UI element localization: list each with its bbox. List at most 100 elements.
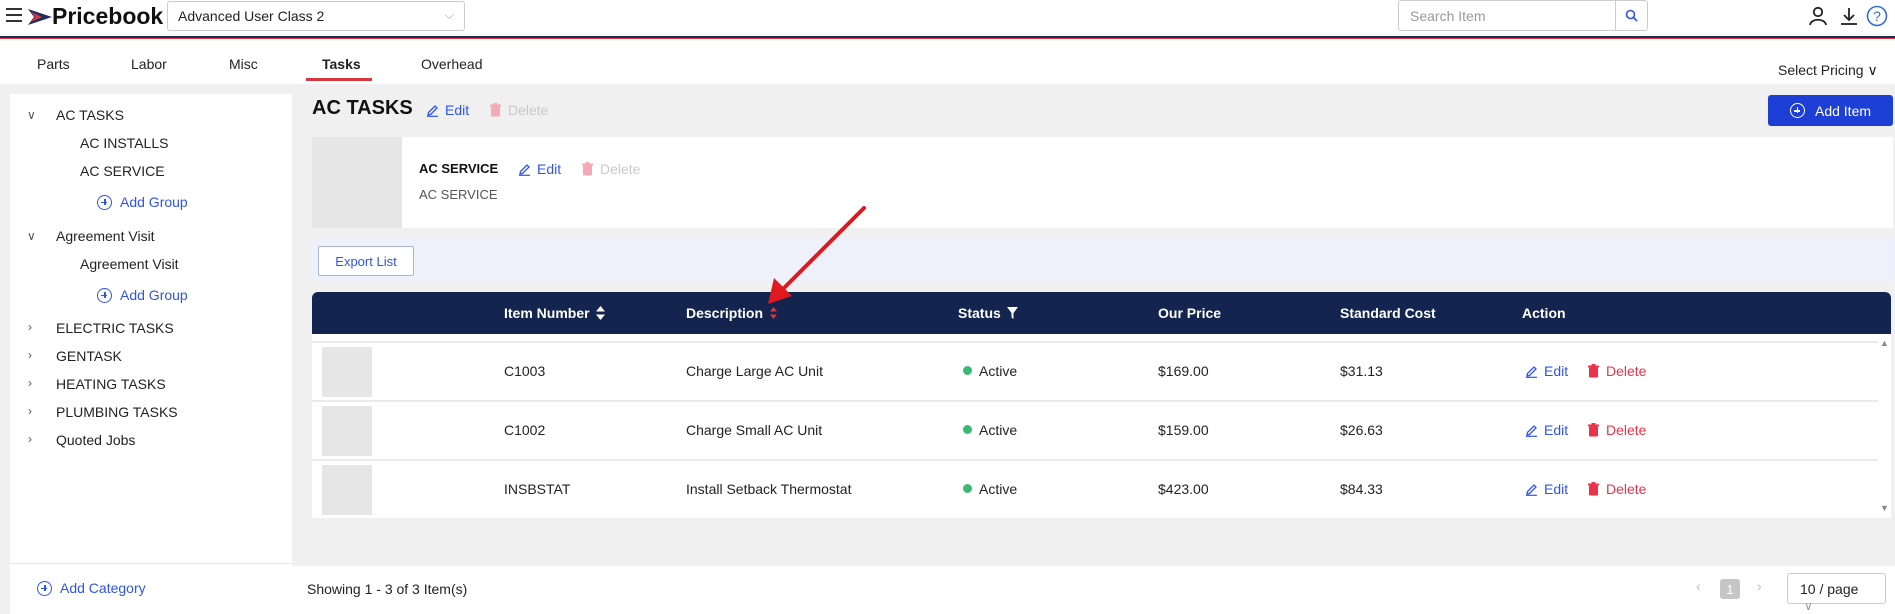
edit-label: Edit bbox=[1544, 363, 1569, 379]
tree-item-ac-service[interactable]: AC SERVICE bbox=[80, 163, 165, 179]
tree-item-agreement-visit[interactable]: Agreement Visit bbox=[56, 228, 155, 244]
current-page-button[interactable]: 1 bbox=[1720, 579, 1740, 599]
page-size-select[interactable]: 10 / page ∨ bbox=[1787, 573, 1886, 613]
select-pricing-dropdown[interactable]: Select Pricing ∨ bbox=[1778, 62, 1878, 79]
table-row[interactable]: C1002 Charge Small AC Unit Active $159.0… bbox=[312, 400, 1878, 457]
add-group-button[interactable]: Add Group bbox=[97, 287, 188, 303]
pagination-bar bbox=[292, 566, 1895, 614]
column-header-our-price: Our Price bbox=[1158, 305, 1221, 321]
status-cell: Active bbox=[963, 422, 1017, 438]
chevron-right-icon[interactable]: › bbox=[28, 348, 32, 362]
add-category-button[interactable]: Add Category bbox=[37, 580, 146, 596]
chevron-right-icon[interactable]: › bbox=[28, 320, 32, 334]
brand-logo-icon bbox=[28, 9, 52, 25]
description-cell: Install Setback Thermostat bbox=[686, 481, 852, 497]
export-list-button[interactable]: Export List bbox=[318, 246, 414, 276]
tree-item-ac-installs[interactable]: AC INSTALLS bbox=[80, 135, 168, 151]
search-input[interactable]: Search Item bbox=[1398, 0, 1616, 31]
trash-icon bbox=[1588, 482, 1599, 496]
tree-item-plumbing-tasks[interactable]: PLUMBING TASKS bbox=[56, 404, 178, 420]
edit-group-button[interactable]: Edit bbox=[518, 161, 561, 177]
tree-item-electric-tasks[interactable]: ELECTRIC TASKS bbox=[56, 320, 174, 336]
pencil-icon bbox=[1526, 483, 1537, 496]
delete-label: Delete bbox=[1606, 422, 1647, 438]
pagination-summary: Showing 1 - 3 of 3 Item(s) bbox=[307, 581, 468, 597]
top-bar: Pricebook Advanced User Class 2 ⌵ Search… bbox=[0, 0, 1895, 36]
description-cell: Charge Large AC Unit bbox=[686, 363, 823, 379]
group-image-placeholder bbox=[312, 137, 402, 228]
user-icon[interactable] bbox=[1807, 5, 1829, 27]
column-header-action: Action bbox=[1522, 305, 1566, 321]
add-group-button[interactable]: Add Group bbox=[97, 194, 188, 210]
table-row[interactable]: C1003 Charge Large AC Unit Active $169.0… bbox=[312, 341, 1878, 398]
chevron-right-icon[interactable]: › bbox=[28, 376, 32, 390]
download-icon[interactable] bbox=[1838, 5, 1860, 27]
help-icon[interactable]: ? bbox=[1866, 5, 1888, 27]
tree-item-heating-tasks[interactable]: HEATING TASKS bbox=[56, 376, 166, 392]
add-group-label: Add Group bbox=[120, 287, 188, 303]
trash-icon bbox=[1588, 423, 1599, 437]
status-text: Active bbox=[979, 363, 1018, 379]
menu-icon[interactable] bbox=[6, 8, 22, 22]
column-label: Our Price bbox=[1158, 305, 1222, 321]
tree-item-agreement-visit-child[interactable]: Agreement Visit bbox=[80, 256, 179, 272]
item-number-cell: C1002 bbox=[504, 422, 546, 438]
item-image-placeholder bbox=[322, 406, 372, 456]
brand-title: Pricebook bbox=[52, 3, 164, 29]
delete-item-button[interactable]: Delete bbox=[1587, 481, 1646, 497]
edit-category-button[interactable]: Edit bbox=[426, 102, 469, 118]
edit-item-button[interactable]: Edit bbox=[1525, 422, 1568, 438]
item-number-cell: C1003 bbox=[504, 363, 546, 379]
chevron-right-icon[interactable]: › bbox=[28, 432, 32, 446]
add-item-button[interactable]: Add Item bbox=[1768, 95, 1893, 126]
plus-circle-icon bbox=[97, 194, 112, 210]
table-row[interactable]: INSBSTAT Install Setback Thermostat Acti… bbox=[312, 459, 1878, 516]
chevron-down-icon[interactable]: ∨ bbox=[27, 229, 36, 243]
pencil-icon bbox=[519, 163, 530, 176]
tab-parts[interactable]: Parts bbox=[37, 56, 70, 72]
column-header-standard-cost: Standard Cost bbox=[1340, 305, 1436, 321]
our-price-cell: $423.00 bbox=[1158, 481, 1209, 497]
delete-label: Delete bbox=[600, 161, 641, 177]
table-scrollbar[interactable] bbox=[1878, 334, 1891, 518]
search-button[interactable] bbox=[1616, 0, 1648, 31]
status-dot-icon bbox=[963, 366, 972, 375]
status-text: Active bbox=[979, 481, 1018, 497]
tab-tasks[interactable]: Tasks bbox=[322, 56, 361, 72]
scroll-up-icon[interactable]: ▲ bbox=[1880, 338, 1889, 348]
chevron-right-icon[interactable]: › bbox=[28, 404, 32, 418]
delete-group-button[interactable]: Delete bbox=[581, 161, 640, 177]
edit-item-button[interactable]: Edit bbox=[1525, 363, 1568, 379]
delete-item-button[interactable]: Delete bbox=[1587, 363, 1646, 379]
tree-item-ac-tasks[interactable]: AC TASKS bbox=[56, 107, 124, 123]
group-description: AC SERVICE bbox=[419, 187, 498, 202]
tree-item-quoted-jobs[interactable]: Quoted Jobs bbox=[56, 432, 135, 448]
tab-overhead[interactable]: Overhead bbox=[421, 56, 482, 72]
tree-item-gentask[interactable]: GENTASK bbox=[56, 348, 122, 364]
group-card bbox=[312, 137, 1893, 228]
filter-icon[interactable] bbox=[1006, 307, 1018, 319]
prev-page-icon[interactable]: ‹ bbox=[1696, 578, 1701, 594]
edit-label: Edit bbox=[1544, 422, 1569, 438]
delete-item-button[interactable]: Delete bbox=[1587, 422, 1646, 438]
column-header-status[interactable]: Status bbox=[958, 305, 1018, 321]
page-title: AC TASKS bbox=[312, 97, 413, 119]
edit-label: Edit bbox=[1544, 481, 1569, 497]
column-label: Status bbox=[958, 305, 1001, 321]
next-page-icon[interactable]: › bbox=[1757, 578, 1762, 594]
item-image-placeholder bbox=[322, 347, 372, 397]
delete-label: Delete bbox=[1606, 481, 1647, 497]
annotation-arrow-icon bbox=[768, 206, 866, 304]
scroll-down-icon[interactable]: ▼ bbox=[1880, 503, 1889, 513]
chevron-down-icon: ∨ bbox=[1867, 62, 1878, 78]
sort-icon[interactable] bbox=[595, 306, 605, 320]
tab-labor[interactable]: Labor bbox=[131, 56, 167, 72]
tab-misc[interactable]: Misc bbox=[229, 56, 258, 72]
column-header-item-number[interactable]: Item Number bbox=[504, 305, 605, 321]
user-class-select[interactable]: Advanced User Class 2 ⌵ bbox=[167, 1, 465, 31]
edit-item-button[interactable]: Edit bbox=[1525, 481, 1568, 497]
edit-label: Edit bbox=[537, 161, 562, 177]
delete-category-button[interactable]: Delete bbox=[489, 102, 548, 118]
chevron-down-icon[interactable]: ∨ bbox=[27, 108, 36, 122]
column-label: Action bbox=[1522, 305, 1566, 321]
